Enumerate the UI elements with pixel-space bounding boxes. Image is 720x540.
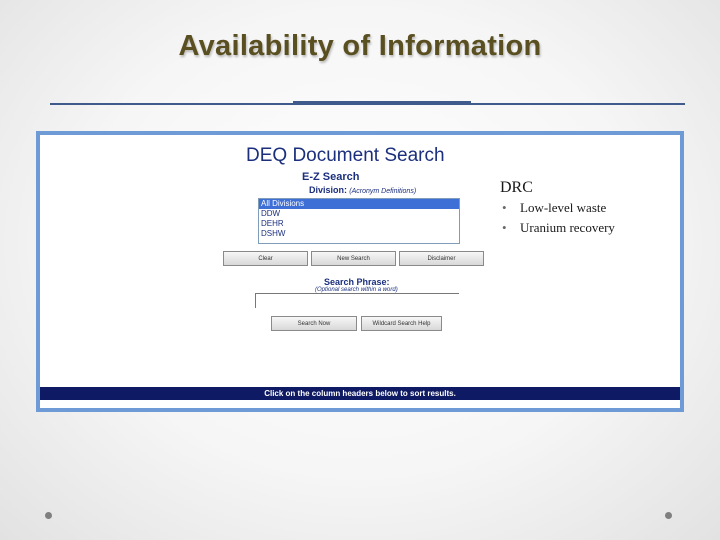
bullet-icon: •: [502, 220, 507, 235]
division-option[interactable]: DEHR: [259, 219, 459, 229]
ez-search-heading: E-Z Search: [302, 171, 360, 183]
search-page: DEQ Document Search E-Z Search Division:…: [40, 135, 680, 408]
search-phrase-heading: Search Phrase:: [324, 277, 390, 287]
division-option[interactable]: DDW: [259, 209, 459, 219]
search-now-button[interactable]: Search Now: [271, 316, 357, 331]
search-page-title: DEQ Document Search: [246, 145, 445, 166]
division-option[interactable]: DSHW: [259, 229, 459, 239]
document-search-screenshot: DEQ Document Search E-Z Search Division:…: [36, 131, 684, 412]
division-option[interactable]: All Divisions: [259, 199, 459, 209]
drc-list-item: • Low-level waste: [500, 200, 615, 220]
acronym-definitions-link[interactable]: (Acronym Definitions): [349, 188, 416, 195]
new-search-button[interactable]: New Search: [311, 251, 396, 266]
title-underline-left: [50, 103, 295, 105]
slide-title: Availability of Information: [178, 30, 542, 62]
bullet-icon: •: [502, 200, 507, 215]
clear-button[interactable]: Clear: [223, 251, 308, 266]
drc-info: DRC • Low-level waste • Uranium recovery: [500, 179, 615, 240]
sort-instructions-bar: Click on the column headers below to sor…: [40, 387, 680, 400]
search-phrase-input[interactable]: [255, 293, 459, 308]
drc-item-text: Uranium recovery: [520, 220, 615, 235]
title-underline-right: [470, 103, 685, 105]
decorative-dot: [45, 512, 52, 519]
title-underline-center: [293, 101, 471, 105]
decorative-dot: [665, 512, 672, 519]
division-listbox[interactable]: All Divisions DDW DEHR DSHW: [258, 198, 460, 244]
division-label: Division:: [309, 185, 348, 195]
drc-item-text: Low-level waste: [520, 200, 607, 215]
drc-list-item: • Uranium recovery: [500, 220, 615, 240]
disclaimer-button[interactable]: Disclaimer: [399, 251, 484, 266]
drc-heading: DRC: [500, 179, 533, 196]
wildcard-search-help-button[interactable]: Wildcard Search Help: [361, 316, 442, 331]
division-label-row: Division: (Acronym Definitions): [309, 185, 416, 195]
